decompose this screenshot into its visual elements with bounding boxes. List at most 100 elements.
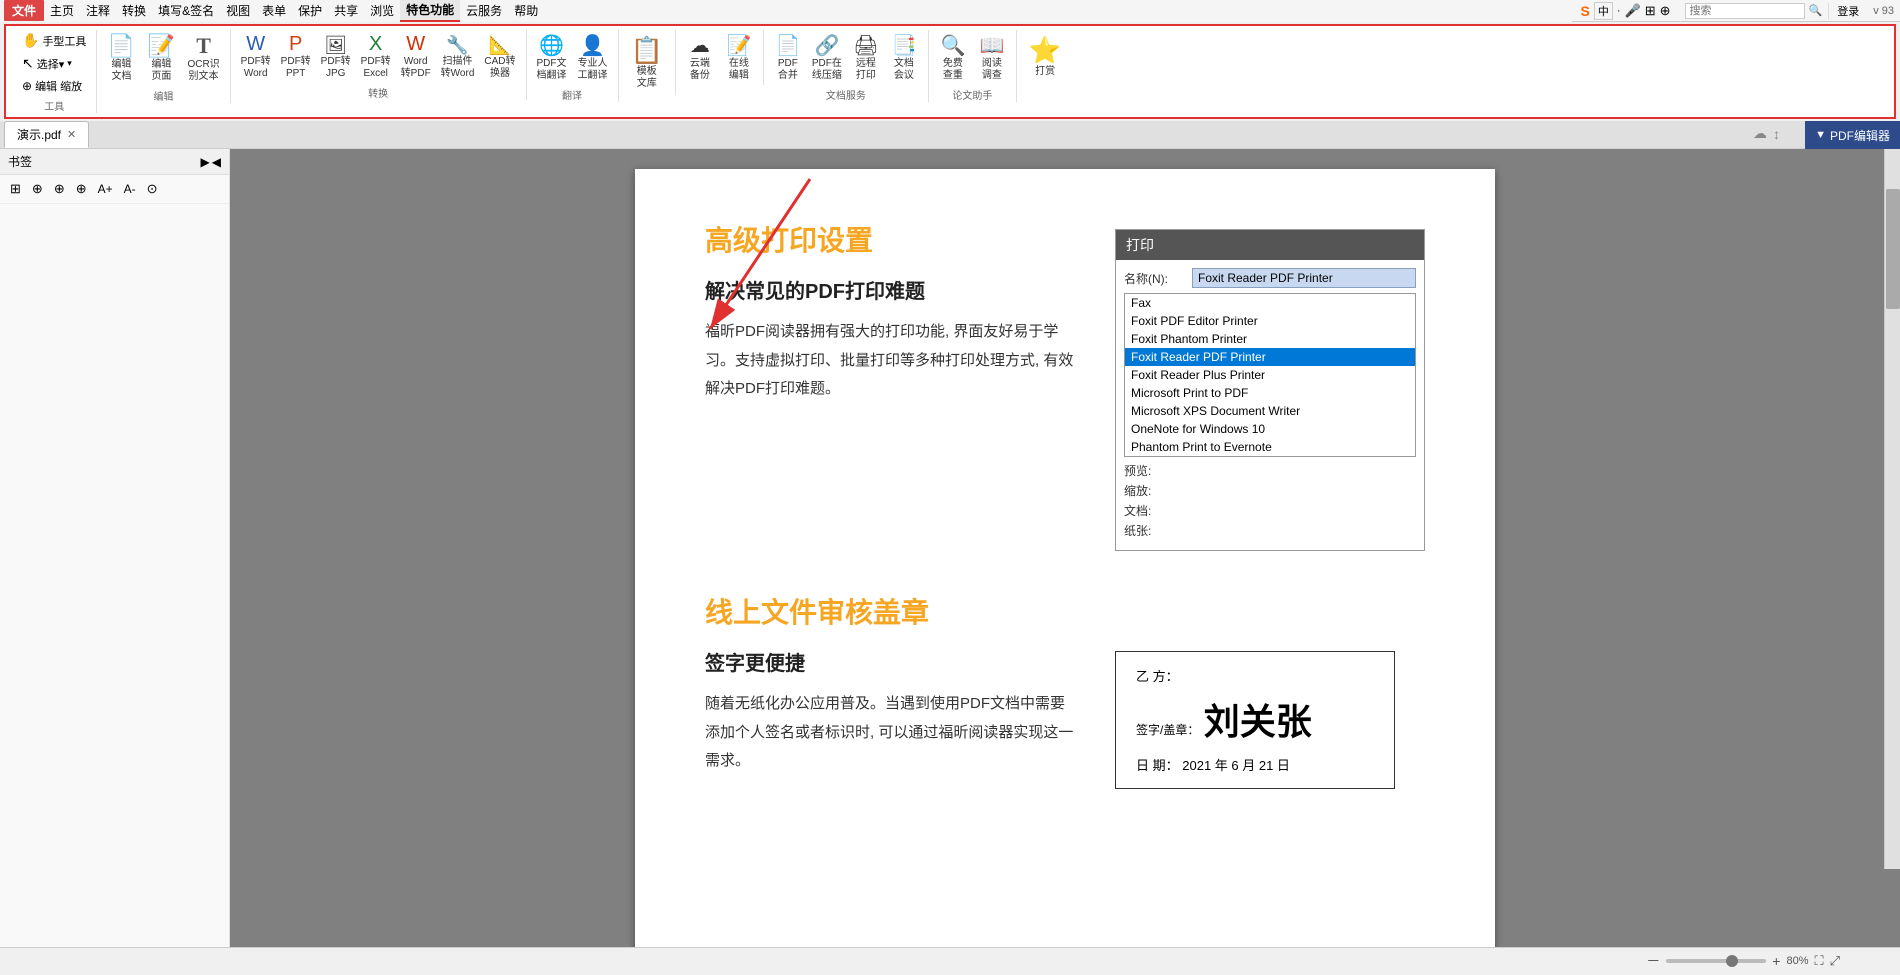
pdf-editor-arrow-icon: ▼ bbox=[1815, 129, 1826, 141]
printer-item-phantom[interactable]: Foxit Phantom Printer bbox=[1125, 330, 1415, 348]
sogou-plus[interactable]: ⊕ bbox=[1660, 3, 1671, 19]
sogou-chinese[interactable]: 中 bbox=[1594, 2, 1613, 20]
menu-convert[interactable]: 转换 bbox=[116, 0, 152, 21]
ribbon-section-tip: ⭐ 打赏 bbox=[1017, 30, 1073, 83]
printer-item-fax[interactable]: Fax bbox=[1125, 294, 1415, 312]
printer-item-ms-pdf[interactable]: Microsoft Print to PDF bbox=[1125, 384, 1415, 402]
tab-close-icon[interactable]: ✕ bbox=[67, 128, 76, 141]
zoom-minus-btn[interactable]: － bbox=[1646, 951, 1660, 971]
printer-item-evernote[interactable]: Phantom Print to Evernote bbox=[1125, 438, 1415, 456]
tip-icon: ⭐ bbox=[1029, 35, 1061, 66]
menu-fill-sign[interactable]: 填写&签名 bbox=[152, 0, 220, 21]
printer-item-foxit-editor[interactable]: Foxit PDF Editor Printer bbox=[1125, 312, 1415, 330]
menu-share[interactable]: 共享 bbox=[328, 0, 364, 21]
menu-special[interactable]: 特色功能 bbox=[400, 0, 460, 22]
bookmark-tool-settings[interactable]: ⊙ bbox=[143, 178, 162, 200]
pdf-tab[interactable]: 演示.pdf ✕ bbox=[4, 121, 89, 148]
ribbon-btn-cad[interactable]: 📐 CAD转换器 bbox=[480, 32, 519, 83]
panel-expand-icon[interactable]: ▶ bbox=[201, 155, 210, 169]
menu-help[interactable]: 帮助 bbox=[508, 0, 544, 21]
printer-item-foxit-plus[interactable]: Foxit Reader Plus Printer bbox=[1125, 366, 1415, 384]
login-btn[interactable]: 登录 bbox=[1828, 3, 1867, 19]
signature-area: 乙 方： 签字/盖章： 刘关张 日 期： 2021 年 6 月 21 日 bbox=[1115, 651, 1425, 789]
menu-cloud[interactable]: 云服务 bbox=[460, 0, 508, 21]
ribbon-btn-pdf-ppt[interactable]: P PDF转PPT bbox=[277, 30, 315, 83]
print-name-input[interactable] bbox=[1192, 268, 1416, 288]
printer-item-ms-xps[interactable]: Microsoft XPS Document Writer bbox=[1125, 402, 1415, 420]
ribbon-btn-hand-tool[interactable]: ✋ 手型工具 bbox=[18, 30, 90, 51]
bookmark-tool-font-small[interactable]: A- bbox=[120, 179, 140, 199]
sogou-grid[interactable]: ⊞ bbox=[1645, 3, 1656, 19]
ribbon-btn-doc-meeting[interactable]: 📑 文档会议 bbox=[886, 30, 922, 85]
scan-word-label: 扫描件转Word bbox=[441, 56, 475, 80]
ribbon-btn-pdf-jpg[interactable]: 🖼 PDF转JPG bbox=[317, 32, 355, 83]
edit-doc-label: 编辑文档 bbox=[111, 59, 131, 83]
menu-file[interactable]: 文件 bbox=[4, 0, 44, 21]
ribbon-btn-word-pdf[interactable]: W Word转PDF bbox=[397, 30, 435, 83]
printer-item-onenote[interactable]: OneNote for Windows 10 bbox=[1125, 420, 1415, 438]
ribbon-btn-read-survey[interactable]: 📖 阅读调查 bbox=[974, 30, 1010, 85]
search-input[interactable] bbox=[1685, 3, 1805, 19]
vertical-scrollbar[interactable] bbox=[1884, 149, 1900, 869]
tools-section-label: 工具 bbox=[44, 98, 64, 113]
print-dialog-title: 打印 bbox=[1116, 230, 1424, 260]
menu-annotate[interactable]: 注释 bbox=[80, 0, 116, 21]
print-preview-label: 预览: bbox=[1124, 462, 1192, 479]
scrollbar-thumb[interactable] bbox=[1886, 189, 1900, 309]
pro-translate-icon: 👤 bbox=[580, 33, 605, 58]
cad-label: CAD转换器 bbox=[484, 56, 515, 80]
menu-home[interactable]: 主页 bbox=[44, 0, 80, 21]
sogou-mic[interactable]: 🎤 bbox=[1625, 3, 1641, 19]
ribbon-btn-ocr[interactable]: T OCR识别文本 bbox=[183, 30, 223, 86]
zoom-slider-thumb[interactable] bbox=[1726, 955, 1738, 967]
ribbon-btn-remote-print[interactable]: 🖨 远程打印 bbox=[848, 30, 884, 85]
menu-browse[interactable]: 浏览 bbox=[364, 0, 400, 21]
remote-print-label: 远程打印 bbox=[856, 58, 876, 82]
print-paper-label: 纸张: bbox=[1124, 522, 1192, 539]
expand-btn[interactable]: ⤢ bbox=[1830, 953, 1840, 969]
ribbon-btn-online-edit[interactable]: 📝 在线编辑 bbox=[721, 30, 757, 85]
ribbon-btn-pdf-word[interactable]: W PDF转Word bbox=[237, 30, 275, 83]
ribbon-btn-pdf-compress[interactable]: 🔗 PDF在线压缩 bbox=[808, 30, 846, 85]
ribbon-btn-edit-zoom[interactable]: ⊕ 编辑 缩放 bbox=[18, 76, 86, 96]
ribbon-btn-pdf-translate[interactable]: 🌐 PDF文档翻译 bbox=[533, 30, 571, 85]
ribbon-btn-select[interactable]: ↖ 选择▾ ▾ bbox=[18, 53, 76, 74]
ribbon-btn-edit-page[interactable]: 📝 编辑页面 bbox=[143, 30, 179, 86]
ribbon-btn-scan-word[interactable]: 🔧 扫描件转Word bbox=[437, 32, 479, 83]
ribbon-btn-pro-translate[interactable]: 👤 专业人工翻译 bbox=[574, 30, 612, 85]
zoom-plus-btn[interactable]: + bbox=[1772, 953, 1780, 969]
online-edit-icon: 📝 bbox=[726, 33, 751, 58]
left-panel: 书签 ▶ ◀ ⊞ ⊕ ⊕ ⊕ A+ A- ⊙ ⊞ 📄 💬 bbox=[0, 149, 230, 947]
ribbon-btn-free-check[interactable]: 🔍 免费查重 bbox=[935, 30, 971, 85]
bookmark-tool-add2[interactable]: ⊕ bbox=[50, 178, 69, 200]
ribbon-btn-tip[interactable]: ⭐ 打赏 bbox=[1023, 30, 1067, 83]
printer-item-foxit-reader[interactable]: Foxit Reader PDF Printer bbox=[1125, 348, 1415, 366]
ribbon-section-translate: 🌐 PDF文档翻译 👤 专业人工翻译 翻译 bbox=[527, 30, 619, 102]
bookmark-tool-grid[interactable]: ⊞ bbox=[6, 178, 25, 200]
section2-body: 随着无纸化办公应用普及。当遇到使用PDF文档中需要添加个人签名或者标识时, 可以… bbox=[705, 690, 1075, 776]
select-icon: ↖ bbox=[22, 55, 34, 72]
pdf-view-area[interactable]: 高级打印设置 解决常见的PDF打印难题 福昕PDF阅读器拥有强大的打印功能, 界… bbox=[230, 149, 1900, 947]
menu-protect[interactable]: 保护 bbox=[292, 0, 328, 21]
ribbon-btn-pdf-excel[interactable]: X PDF转Excel bbox=[357, 30, 395, 83]
edit-doc-icon: 📄 bbox=[108, 33, 135, 59]
bookmark-tool-add1[interactable]: ⊕ bbox=[28, 178, 47, 200]
panel-close-icon[interactable]: ◀ bbox=[212, 155, 221, 169]
ribbon-btn-edit-doc[interactable]: 📄 编辑文档 bbox=[103, 30, 139, 86]
search-icon[interactable]: 🔍 bbox=[1809, 4, 1823, 17]
word-pdf-label: Word转PDF bbox=[401, 56, 431, 80]
menu-view[interactable]: 视图 bbox=[220, 0, 256, 21]
ribbon-btn-cloud-backup[interactable]: ☁ 云端备份 bbox=[682, 30, 718, 85]
zoom-slider-track[interactable] bbox=[1666, 959, 1766, 963]
pdf-editor-btn[interactable]: ▼ PDF编辑器 bbox=[1805, 121, 1900, 149]
fit-page-btn[interactable]: ⛶ bbox=[1814, 953, 1823, 969]
ribbon-btn-pdf-merge[interactable]: 📄 PDF合并 bbox=[770, 30, 806, 85]
ribbon-section-tools: ✋ 手型工具 ↖ 选择▾ ▾ ⊕ 编辑 缩放 工具 bbox=[12, 30, 97, 113]
printer-list[interactable]: Fax Foxit PDF Editor Printer Foxit Phant… bbox=[1124, 293, 1416, 457]
menu-form[interactable]: 表单 bbox=[256, 0, 292, 21]
ribbon-section-edit: 📄 编辑文档 📝 编辑页面 T OCR识别文本 编辑 bbox=[97, 30, 230, 103]
ribbon-btn-template[interactable]: 📋 模板文库 bbox=[625, 30, 669, 95]
bookmark-tool-font-large[interactable]: A+ bbox=[94, 179, 117, 199]
bookmark-tool-add3[interactable]: ⊕ bbox=[72, 178, 91, 200]
resize-control[interactable]: v 93 bbox=[1867, 5, 1900, 17]
